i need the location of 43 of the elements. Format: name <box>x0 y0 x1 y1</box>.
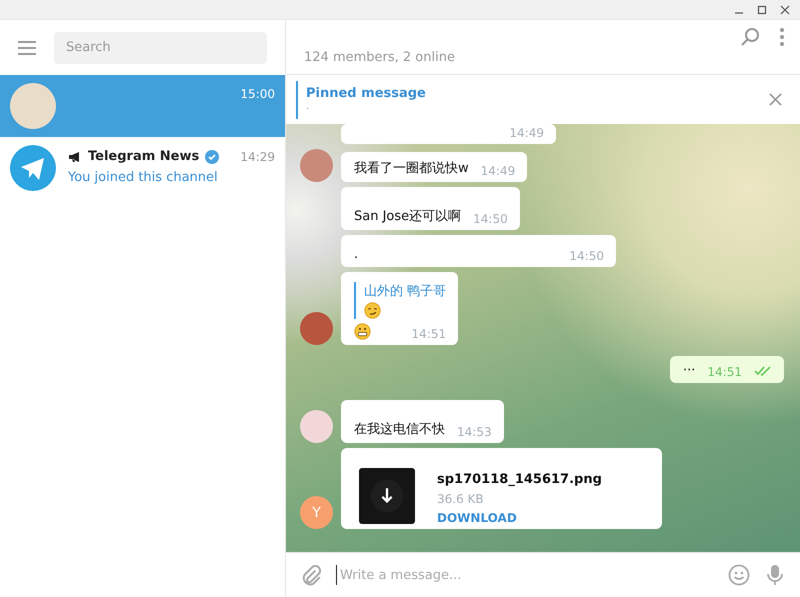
chat-preview: You joined this channel <box>68 170 219 185</box>
message-time: 14:51 <box>707 365 742 379</box>
menu-icon[interactable] <box>18 40 36 54</box>
file-size: 36.6 KB <box>437 492 485 506</box>
reply-quote[interactable]: 山外的 鸭子哥 <box>354 282 446 319</box>
message-text: ··· <box>683 363 696 378</box>
reply-author: 山外的 鸭子哥 <box>364 283 446 300</box>
message-time: 14:49 <box>509 126 544 140</box>
search-icon[interactable] <box>740 26 760 46</box>
maximize-icon[interactable] <box>757 4 767 14</box>
chat-time: 15:00 <box>240 87 275 101</box>
pinned-label: Pinned message <box>306 86 427 101</box>
member-count: 124 members, 2 online <box>304 50 456 65</box>
message-text: 我看了一圈都说快w <box>354 160 469 177</box>
grimace-emoji-icon <box>354 323 371 340</box>
chat-list-item[interactable]: 15:00 <box>0 75 285 137</box>
download-link[interactable]: DOWNLOAD <box>437 511 602 525</box>
message-text: . <box>354 247 358 262</box>
chat-list-item[interactable]: Telegram News 14:29 You joined this channel <box>0 137 285 199</box>
chat-time: 14:29 <box>240 150 275 164</box>
avatar-icon[interactable] <box>300 149 333 182</box>
avatar-icon[interactable] <box>300 410 333 443</box>
letter-avatar[interactable]: Y <box>300 496 333 529</box>
message-text: 在我这电信不快 <box>354 421 445 438</box>
smirk-emoji-icon <box>364 302 381 319</box>
message-text: San Jose还可以啊 <box>354 208 462 225</box>
message-time: 14:53 <box>457 425 492 439</box>
message-time: 14:50 <box>569 249 604 263</box>
pinned-message-bar[interactable]: Pinned message . <box>296 80 769 118</box>
more-options-icon[interactable] <box>780 28 784 46</box>
pinned-text: . <box>306 101 310 113</box>
close-icon[interactable] <box>780 4 790 14</box>
close-icon[interactable] <box>769 93 782 106</box>
message-time: 14:50 <box>473 212 508 226</box>
chat-name: Telegram News <box>88 149 200 164</box>
message-time: 14:49 <box>480 164 516 178</box>
file-name: sp170118_145617.png <box>437 472 602 487</box>
avatar-icon[interactable] <box>300 312 333 345</box>
attach-icon[interactable] <box>300 564 322 586</box>
emoji-icon[interactable] <box>728 564 750 586</box>
message-time: 14:51 <box>412 327 446 341</box>
search-field[interactable]: Search <box>54 32 267 64</box>
microphone-icon[interactable] <box>764 564 786 586</box>
